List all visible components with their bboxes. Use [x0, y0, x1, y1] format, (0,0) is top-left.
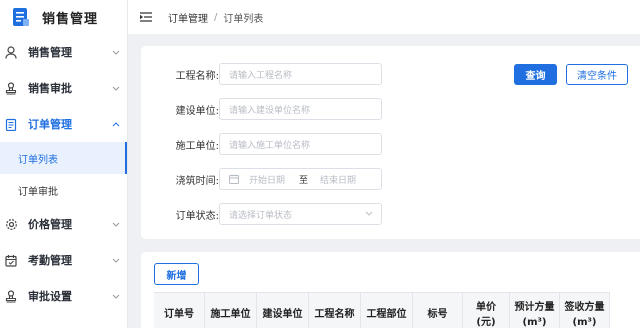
column-header-unit-price[interactable]: 单价(元) — [463, 293, 510, 328]
add-order-button[interactable]: 新增 — [154, 263, 199, 285]
sidebar-item-label: 价格管理 — [28, 218, 72, 231]
sidebar-item-sales-approval[interactable]: 销售审批 — [0, 70, 127, 106]
sidebar-item-approval-settings[interactable]: 审批设置 — [0, 278, 127, 314]
order-status-select[interactable]: 请选择订单状态 — [219, 203, 382, 225]
builder-input[interactable]: 请输入建设单位名称 — [219, 98, 382, 120]
column-header-contractor[interactable]: 施工单位 — [205, 293, 257, 328]
start-date-placeholder[interactable]: 开始日期 — [249, 173, 285, 186]
breadcrumb-item-current: 订单列表 — [223, 13, 264, 25]
breadcrumb-item[interactable]: 订单管理 — [168, 10, 208, 25]
sidebar-item-label: 考勤管理 — [28, 254, 72, 267]
column-header-estimated-volume[interactable]: 预计方量(m³) — [510, 293, 560, 328]
breadcrumb: 订单管理 / 订单列表 — [168, 10, 263, 25]
top-header: 订单管理 / 订单列表 — [128, 0, 640, 34]
column-header-received-volume[interactable]: 签收方量(m³) — [560, 293, 610, 328]
order-status-placeholder: 请选择订单状态 — [229, 210, 293, 221]
chevron-down-icon — [111, 291, 121, 301]
column-header-builder[interactable]: 建设单位 — [257, 293, 309, 328]
sidebar-item-label: 销售审批 — [28, 82, 72, 95]
column-header-project-part[interactable]: 工程部位 — [361, 293, 413, 328]
builder-placeholder: 请输入建设单位名称 — [229, 105, 311, 116]
filter-row-contractor: 施工单位: 请输入施工单位名称 — [141, 133, 382, 155]
order-table-panel: 新增 订单号 施工单位 建设单位 工程名称 工程部位 标号 单价(元) 预计方量… — [141, 252, 640, 328]
filter-row-order-status: 订单状态: 请选择订单状态 — [141, 203, 382, 225]
contractor-input[interactable]: 请输入施工单位名称 — [219, 133, 382, 155]
column-header-grade[interactable]: 标号 — [413, 293, 463, 328]
chevron-down-icon — [111, 83, 121, 93]
column-header-order-no[interactable]: 订单号 — [154, 293, 205, 328]
pour-time-range-picker[interactable]: 开始日期 至 结束日期 — [219, 168, 382, 190]
pour-time-label: 浇筑时间: — [175, 175, 219, 187]
sidebar-item-label: 审批设置 — [28, 290, 72, 303]
sidebar-subitem-label: 订单审批 — [18, 186, 58, 198]
chevron-down-icon — [365, 209, 373, 219]
menu-toggle-icon[interactable] — [139, 12, 152, 22]
document-logo-icon — [10, 6, 32, 28]
stamp-icon — [4, 81, 18, 95]
project-name-label: 工程名称: — [175, 70, 219, 82]
sidebar-item-orders[interactable]: 订单管理 — [0, 106, 127, 142]
clear-filters-label: 清空条件 — [577, 71, 617, 82]
calendar-icon — [4, 253, 18, 267]
user-icon — [4, 45, 18, 59]
end-date-placeholder[interactable]: 结束日期 — [320, 173, 356, 186]
column-header-project-name[interactable]: 工程名称 — [309, 293, 361, 328]
sidebar-subitem-order-approval[interactable]: 订单审批 — [0, 174, 127, 206]
contractor-placeholder: 请输入施工单位名称 — [229, 140, 311, 151]
sidebar-subitem-order-list[interactable]: 订单列表 — [0, 142, 127, 174]
chevron-down-icon — [111, 47, 121, 57]
filter-row-builder: 建设单位: 请输入建设单位名称 — [141, 98, 382, 120]
filter-row-pour-time: 浇筑时间: 开始日期 至 结束日期 — [141, 168, 382, 190]
sidebar-item-label: 订单管理 — [28, 118, 72, 131]
search-button[interactable]: 查询 — [514, 64, 557, 85]
sidebar-subitem-label: 订单列表 — [18, 154, 58, 166]
sidebar: 销售管理 销售管理 销售审批 订单管理 订单列表 订单审批 价格管理 考勤管理 … — [0, 0, 128, 328]
sidebar-item-pricing[interactable]: 价格管理 — [0, 206, 127, 242]
stamp-icon — [4, 289, 18, 303]
breadcrumb-separator: / — [214, 11, 218, 23]
filter-row-project-name: 工程名称: 请输入工程名称 — [141, 63, 382, 85]
builder-label: 建设单位: — [175, 105, 219, 117]
sidebar-menu: 销售管理 销售审批 订单管理 订单列表 订单审批 价格管理 考勤管理 审批设置 — [0, 34, 127, 314]
chevron-up-icon — [111, 119, 121, 129]
calendar-icon — [229, 174, 239, 184]
filter-panel: 工程名称: 请输入工程名称 建设单位: 请输入建设单位名称 施工单位: 请输入施… — [141, 46, 640, 239]
add-order-label: 新增 — [166, 270, 187, 282]
sidebar-item-attendance[interactable]: 考勤管理 — [0, 242, 127, 278]
chevron-down-icon — [111, 219, 121, 229]
sidebar-item-label: 销售管理 — [28, 46, 72, 59]
chevron-down-icon — [111, 255, 121, 265]
date-range-separator: 至 — [299, 175, 309, 186]
table-header: 订单号 施工单位 建设单位 工程名称 工程部位 标号 单价(元) 预计方量(m³… — [154, 292, 610, 328]
contractor-label: 施工单位: — [175, 140, 219, 152]
clear-filters-button[interactable]: 清空条件 — [566, 64, 628, 85]
sidebar-item-sales[interactable]: 销售管理 — [0, 34, 127, 70]
project-name-input[interactable]: 请输入工程名称 — [219, 63, 382, 85]
search-button-label: 查询 — [525, 71, 546, 82]
app-title: 销售管理 — [42, 11, 99, 27]
gear-icon — [4, 217, 18, 231]
order-icon — [4, 117, 18, 131]
app-logo[interactable]: 销售管理 — [0, 0, 127, 34]
project-name-placeholder: 请输入工程名称 — [229, 70, 293, 81]
order-status-label: 订单状态: — [175, 210, 219, 222]
